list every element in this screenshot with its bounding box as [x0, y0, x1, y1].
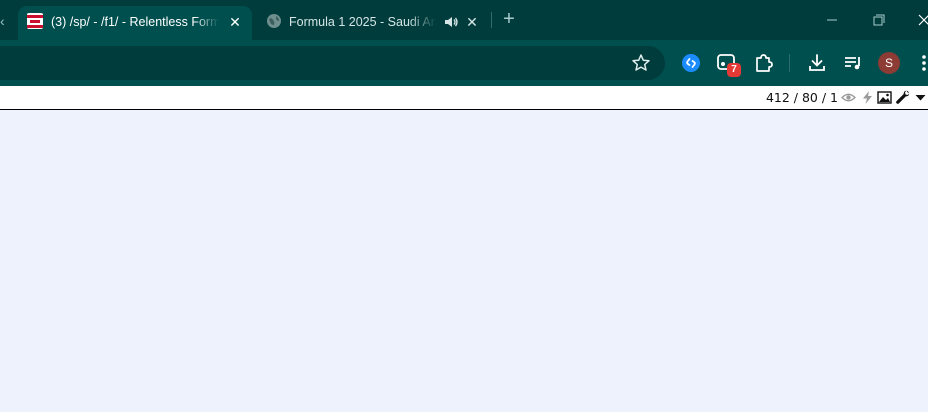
caret-down-icon[interactable] — [913, 90, 928, 105]
site-favicon-icon — [27, 13, 43, 29]
lightning-icon[interactable] — [860, 90, 875, 105]
speaker-icon[interactable] — [442, 13, 460, 31]
tab-close-icon[interactable]: ✕ — [463, 13, 481, 31]
tab-strip: ‹ (3) /sp/ - /f1/ - Relentless Formula O… — [0, 0, 928, 40]
tab-title: Formula 1 2025 - Saudi Arabian Grand Pri… — [289, 15, 437, 29]
address-bar[interactable] — [0, 46, 665, 80]
page-content — [0, 110, 928, 412]
image-icon[interactable] — [877, 90, 892, 105]
globe-icon — [267, 14, 281, 28]
bookmark-star-icon[interactable] — [631, 53, 651, 73]
new-tab-button[interactable]: + — [499, 9, 519, 29]
extension-badge: 7 — [727, 63, 741, 77]
tab-close-icon[interactable]: ✕ — [226, 13, 244, 31]
tab-separator — [491, 12, 492, 28]
download-icon[interactable] — [806, 52, 828, 74]
wrench-icon[interactable] — [895, 90, 910, 105]
minimize-icon[interactable] — [809, 0, 855, 40]
toolbar-separator — [789, 54, 790, 72]
extensions-puzzle-icon[interactable] — [753, 52, 775, 74]
profile-avatar[interactable]: S — [878, 52, 900, 74]
tab-inactive[interactable]: Formula 1 2025 - Saudi Arabian Grand Pri… — [258, 6, 488, 40]
eye-icon[interactable] — [841, 90, 856, 105]
tab-title: (3) /sp/ - /f1/ - Relentless Formula One… — [51, 15, 219, 29]
post-counter: 412 / 80 / 1 — [765, 90, 838, 105]
menu-kebab-icon[interactable] — [914, 52, 928, 74]
extension-info-bar: 412 / 80 / 1 — [0, 86, 928, 110]
restore-icon[interactable] — [855, 0, 901, 40]
tab-active[interactable]: (3) /sp/ - /f1/ - Relentless Formula One… — [18, 6, 252, 40]
browser-toolbar: 7 S — [0, 40, 928, 86]
media-controls-icon[interactable] — [842, 52, 864, 74]
tab-scroll-left-icon[interactable]: ‹ — [0, 10, 14, 32]
shazam-icon[interactable] — [680, 52, 702, 74]
close-window-icon[interactable] — [901, 0, 928, 40]
